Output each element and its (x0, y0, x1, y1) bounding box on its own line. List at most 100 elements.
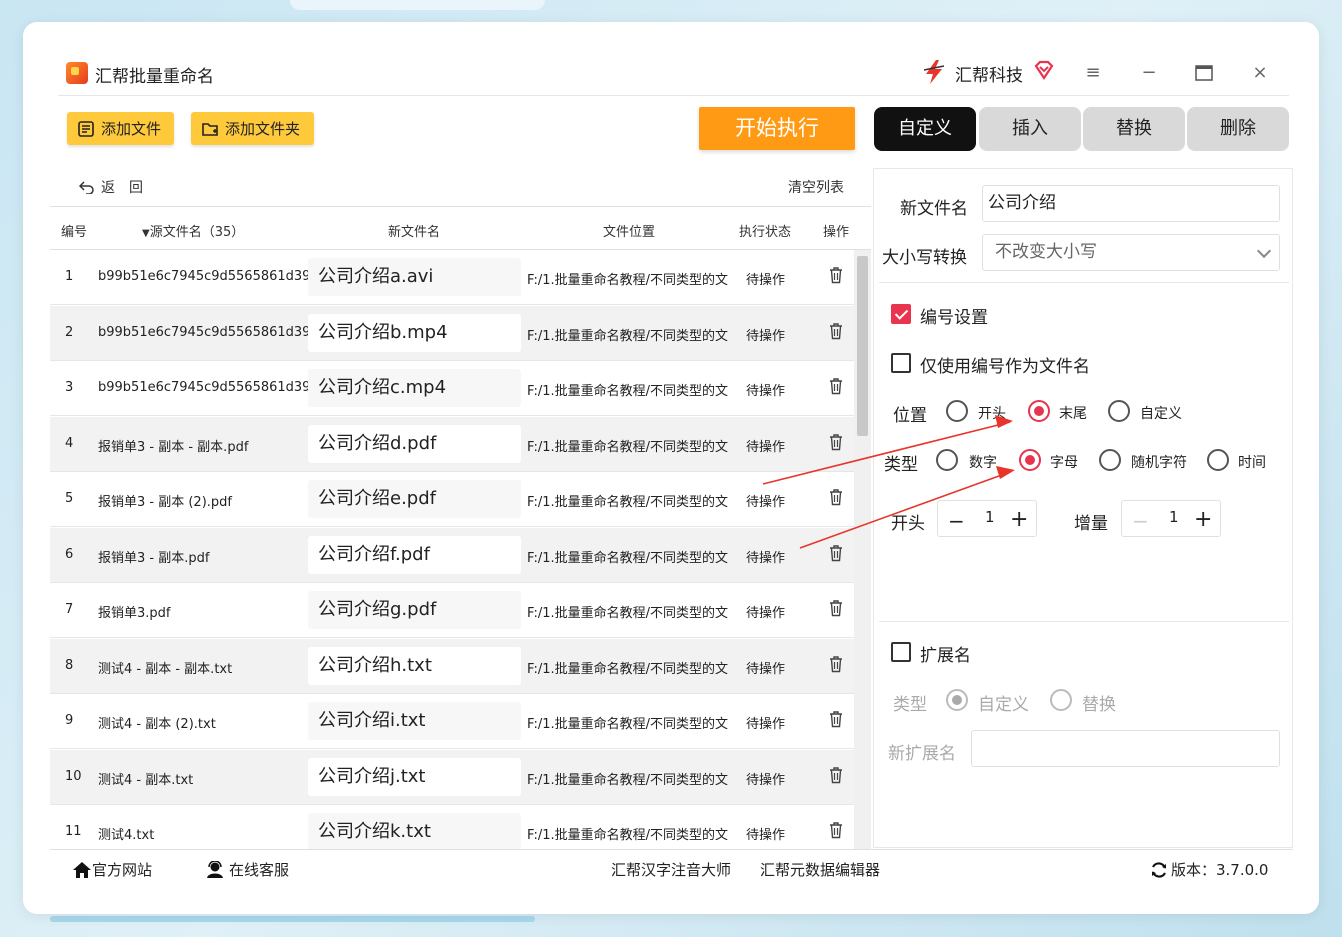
row-status: 待操作 (746, 550, 786, 566)
table-row[interactable]: 3 b99b51e6c7945c9d5565861d39 公司介绍c.mp4 F:/1… (50, 361, 871, 416)
table-row[interactable]: 5 报销单3 - 副本 (2).pdf 公司介绍e.pdf F:/1.批量重命名教程/… (50, 472, 871, 527)
add-file-button[interactable]: 添加文件 (67, 112, 174, 145)
row-new-name-input[interactable]: 公司介绍d.pdf (308, 424, 521, 463)
col-src[interactable]: ▼源文件名（35） (142, 221, 244, 240)
col-no: 编号 (61, 225, 88, 240)
row-status: 待操作 (746, 828, 786, 843)
trash-icon[interactable] (828, 266, 844, 284)
row-new-name-input[interactable]: 公司介绍h.txt (308, 646, 521, 685)
tab-custom[interactable]: 自定义 (874, 107, 976, 151)
clear-list-button[interactable]: 清空列表 (788, 177, 844, 197)
table-row[interactable]: 10 测试4 - 副本.txt 公司介绍j.txt F:/1.批量重命名教程/不同类型… (50, 749, 871, 805)
row-status: 待操作 (746, 495, 786, 510)
folder-add-icon (202, 122, 218, 136)
start-minus-button[interactable]: − (948, 509, 965, 533)
new-name-input[interactable]: 公司介绍 (982, 185, 1280, 222)
new-ext-input[interactable] (971, 730, 1280, 767)
support-link[interactable]: 在线客服 (205, 859, 289, 880)
trash-icon[interactable] (828, 821, 844, 839)
table-row[interactable]: 6 报销单3 - 副本.pdf 公司介绍f.pdf F:/1.批量重命名教程/不同类型… (50, 527, 871, 583)
file-list-icon (78, 120, 94, 137)
pinyin-tool-link[interactable]: 汇帮汉字注音大师 (611, 859, 731, 880)
row-new-name-input[interactable]: 公司介绍j.txt (308, 757, 521, 796)
website-link[interactable]: 官方网站 (72, 859, 152, 880)
add-file-label: 添加文件 (101, 120, 162, 138)
increment-value[interactable]: 1 (1169, 508, 1179, 526)
trash-icon[interactable] (828, 322, 844, 340)
metadata-tool-link[interactable]: 汇帮元数据编辑器 (760, 859, 880, 880)
position-end-radio[interactable] (1028, 400, 1050, 422)
table-row[interactable]: 9 测试4 - 副本 (2).txt 公司介绍i.txt F:/1.批量重命名教程/不… (50, 694, 871, 749)
start-value[interactable]: 1 (985, 508, 995, 526)
numbering-label: 编号设置 (920, 308, 988, 328)
row-source-name: 测试4 - 副本 - 副本.txt (98, 661, 233, 677)
position-custom-radio[interactable] (1108, 400, 1130, 422)
scrollbar-thumb[interactable] (857, 256, 868, 436)
table-header: 编号 ▼源文件名（35） 新文件名 文件位置 执行状态 操作 (50, 206, 871, 250)
trash-icon[interactable] (828, 655, 844, 673)
row-status: 待操作 (746, 772, 786, 788)
ext-custom-radio[interactable] (946, 689, 968, 711)
start-plus-button[interactable]: + (1010, 507, 1028, 532)
table-row[interactable]: 1 b99b51e6c7945c9d5565861d39 公司介绍a.avi F:/1… (50, 250, 871, 305)
vip-diamond-icon[interactable] (1033, 59, 1055, 81)
row-new-name-input[interactable]: 公司介绍e.pdf (308, 480, 521, 518)
case-select[interactable]: 不改变大小写 (982, 234, 1280, 271)
settings-panel: 新文件名 公司介绍 大小写转换 不改变大小写 编号设置 仅使用编号作为文件名 位… (873, 168, 1293, 848)
type-number-radio[interactable] (936, 449, 958, 471)
row-source-name: 测试4.txt (98, 828, 155, 843)
chevron-down-icon (1256, 243, 1272, 259)
table-row[interactable]: 4 报销单3 - 副本 - 副本.pdf 公司介绍d.pdf F:/1.批量重命名教程… (50, 416, 871, 472)
trash-icon[interactable] (828, 488, 844, 506)
row-number: 3 (65, 380, 74, 395)
position-start-radio[interactable] (946, 400, 968, 422)
trash-icon[interactable] (828, 599, 844, 617)
table-row[interactable]: 7 报销单3.pdf 公司介绍g.pdf F:/1.批量重命名教程/不同类型的文 待操作 (50, 583, 871, 638)
increment-minus-button[interactable]: − (1132, 509, 1149, 533)
app-title: 汇帮批量重命名 (95, 67, 214, 87)
trash-icon[interactable] (828, 710, 844, 728)
version-info[interactable]: 版本：3.7.0.0 (1150, 859, 1268, 880)
row-new-name-input[interactable]: 公司介绍c.mp4 (308, 369, 521, 407)
brand-logo-icon (923, 60, 945, 84)
start-button[interactable]: 开始执行 (699, 107, 855, 150)
tab-replace[interactable]: 替换 (1083, 107, 1185, 151)
trash-icon[interactable] (828, 766, 844, 784)
extension-checkbox[interactable] (891, 642, 911, 662)
row-source-name: 报销单3 - 副本 (2).pdf (98, 495, 232, 510)
row-new-name-input[interactable]: 公司介绍i.txt (308, 702, 521, 740)
start-label: 开头 (891, 514, 925, 534)
close-icon[interactable]: × (1247, 60, 1273, 86)
maximize-icon[interactable] (1191, 60, 1217, 86)
table-row[interactable]: 8 测试4 - 副本 - 副本.txt 公司介绍h.txt F:/1.批量重命名教程/… (50, 638, 871, 694)
add-folder-button[interactable]: 添加文件夹 (191, 112, 314, 145)
type-time-radio[interactable] (1207, 449, 1229, 471)
position-custom-label: 自定义 (1140, 406, 1182, 422)
type-label: 类型 (884, 455, 918, 475)
row-new-name-input[interactable]: 公司介绍k.txt (308, 813, 521, 849)
menu-icon[interactable]: ≡ (1080, 60, 1106, 86)
table-scrollbar[interactable] (854, 250, 871, 849)
minimize-icon[interactable]: − (1136, 60, 1162, 86)
numbering-checkbox[interactable] (891, 304, 911, 324)
tab-delete[interactable]: 删除 (1187, 107, 1289, 151)
table-row[interactable]: 2 b99b51e6c7945c9d5565861d39 公司介绍b.mp4 F:/1… (50, 305, 871, 361)
row-new-name-input[interactable]: 公司介绍b.mp4 (308, 313, 521, 352)
back-button[interactable]: 返 回 (79, 177, 143, 197)
tab-insert[interactable]: 插入 (979, 107, 1081, 151)
home-icon (73, 861, 91, 878)
type-random-radio[interactable] (1099, 449, 1121, 471)
table-row[interactable]: 11 测试4.txt 公司介绍k.txt F:/1.批量重命名教程/不同类型的文 待操作 (50, 805, 871, 849)
increment-stepper[interactable]: − 1 + (1121, 500, 1221, 537)
row-new-name-input[interactable]: 公司介绍g.pdf (308, 591, 521, 629)
row-new-name-input[interactable]: 公司介绍f.pdf (308, 535, 521, 574)
type-letter-radio[interactable] (1019, 449, 1041, 471)
trash-icon[interactable] (828, 377, 844, 395)
trash-icon[interactable] (828, 433, 844, 451)
trash-icon[interactable] (828, 544, 844, 562)
start-stepper[interactable]: − 1 + (937, 500, 1037, 537)
increment-plus-button[interactable]: + (1194, 507, 1212, 532)
only-number-checkbox[interactable] (891, 353, 911, 373)
ext-replace-radio[interactable] (1050, 689, 1072, 711)
row-new-name-input[interactable]: 公司介绍a.avi (308, 258, 521, 296)
